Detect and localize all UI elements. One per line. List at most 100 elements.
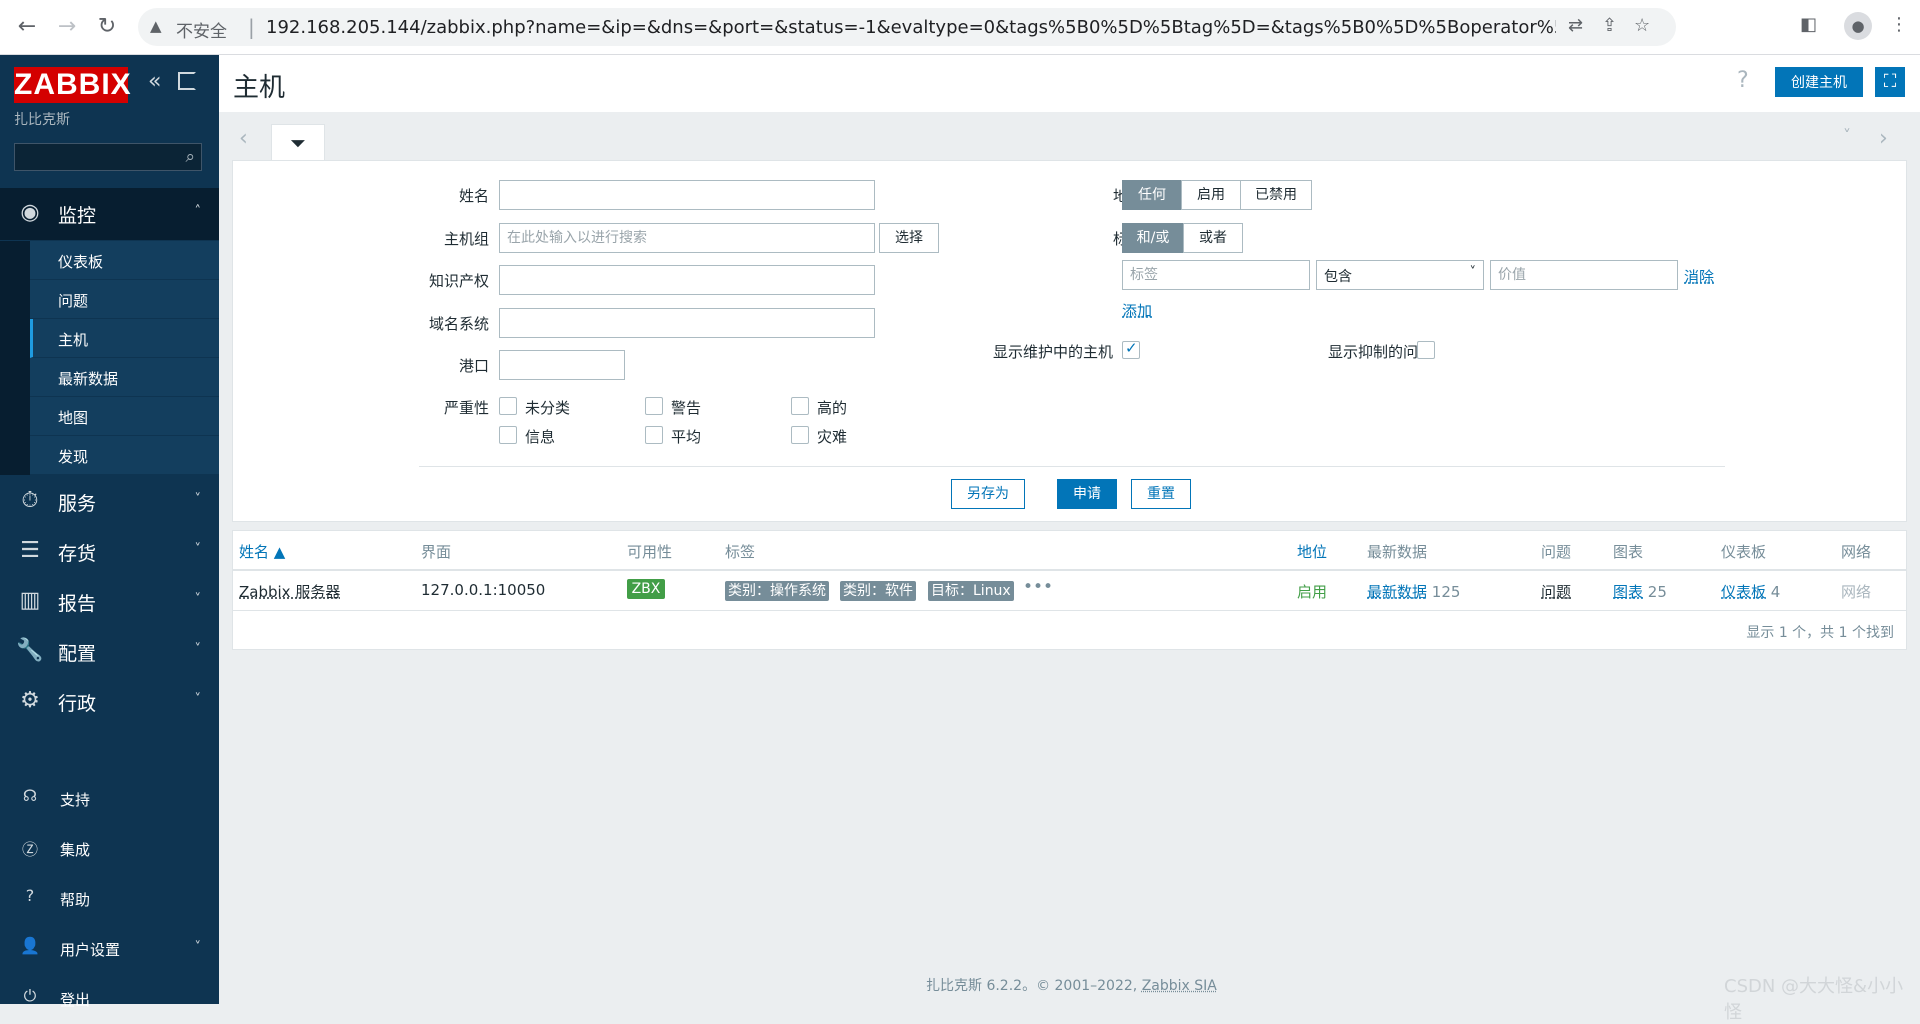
graphs-link[interactable]: 图表: [1613, 583, 1643, 601]
tab-next-icon[interactable]: ›: [1879, 126, 1888, 151]
bookmark-star-icon[interactable]: ☆: [1634, 15, 1650, 36]
menu-support[interactable]: ☊ 支持: [0, 776, 219, 820]
graphs-count: 25: [1647, 583, 1667, 601]
forward-icon[interactable]: →: [54, 14, 80, 39]
column-header-tags: 标签: [725, 543, 756, 561]
services-icon: ⏱: [21, 488, 39, 513]
hostgroup-select-button[interactable]: 选择: [879, 223, 939, 253]
severity-information-checkbox[interactable]: [499, 426, 517, 444]
filter-panel: 姓名 主机组 选择 知识产权 域名系统 港口 严重性 未分类 警告 高的 信息 …: [232, 160, 1907, 522]
show-suppressed-checkbox[interactable]: [1417, 341, 1435, 359]
hosts-table: 姓名 ▲ 界面 可用性 标签 地位 最新数据 问题 图表 仪表板 网络 Zabb…: [232, 530, 1907, 650]
host-tag[interactable]: 类别：操作系统: [725, 581, 829, 601]
hostgroup-label: 主机组: [443, 230, 489, 248]
submenu-item-dashboard[interactable]: 仪表板: [30, 241, 219, 280]
help-question-icon[interactable]: ?: [1737, 68, 1749, 93]
latest-data-link[interactable]: 最新数据: [1367, 583, 1427, 601]
kiosk-mode-icon[interactable]: [178, 72, 196, 90]
tags-or-option[interactable]: 或者: [1183, 223, 1243, 253]
tab-prev-icon[interactable]: ‹: [239, 126, 248, 151]
menu-reports[interactable]: ▥ 报告 ˅: [0, 576, 219, 626]
column-header-status[interactable]: 地位: [1297, 541, 1327, 562]
reload-icon[interactable]: ↻: [94, 14, 120, 39]
side-panel-icon[interactable]: ◧: [1800, 14, 1817, 35]
problems-link[interactable]: 问题: [1541, 581, 1571, 602]
dns-input[interactable]: [499, 308, 875, 338]
tabs-dropdown-icon[interactable]: ˅: [1843, 126, 1851, 145]
menu-monitoring[interactable]: ◉ 监控 ˄: [0, 188, 219, 240]
host-status[interactable]: 启用: [1297, 581, 1327, 602]
filter-tab-bar: ‹ ⏷ ˅ ›: [219, 116, 1920, 163]
severity-not-classified-checkbox[interactable]: [499, 397, 517, 415]
ip-input[interactable]: [499, 265, 875, 295]
column-header-interface: 界面: [421, 543, 452, 561]
ip-label: 知识产权: [428, 272, 489, 290]
status-disabled-option[interactable]: 已禁用: [1240, 180, 1312, 210]
dns-label: 域名系统: [428, 315, 489, 333]
host-tag[interactable]: 目标：Linux: [928, 581, 1014, 601]
watermark-text: CSDN @大大怪&小小怪: [1724, 976, 1904, 1023]
column-header-name[interactable]: 姓名 ▲: [239, 541, 285, 562]
share-icon[interactable]: ⇪: [1602, 15, 1617, 36]
name-input[interactable]: [499, 180, 875, 210]
dashboards-link[interactable]: 仪表板: [1721, 583, 1766, 601]
address-bar[interactable]: ▲ 不安全 | 192.168.205.144/zabbix.php?name=…: [138, 8, 1676, 46]
footer-company-link[interactable]: Zabbix SIA: [1142, 978, 1217, 994]
tag-operator-select[interactable]: 包含 ˅: [1316, 260, 1484, 290]
apply-button[interactable]: 申请: [1057, 479, 1117, 509]
name-label: 姓名: [458, 187, 489, 205]
tag-remove-link[interactable]: 消除: [1684, 266, 1714, 287]
save-as-button[interactable]: 另存为: [951, 479, 1025, 509]
more-tags-icon[interactable]: •••: [1023, 577, 1053, 597]
url-text[interactable]: 192.168.205.144/zabbix.php?name=&ip=&dns…: [266, 17, 1556, 38]
menu-user-settings[interactable]: 👤 用户设置 ˅: [0, 926, 219, 970]
severity-high-checkbox[interactable]: [791, 397, 809, 415]
submenu-item-latest-data[interactable]: 最新数据: [30, 358, 219, 397]
port-input[interactable]: [499, 350, 625, 380]
severity-warning-label: 警告: [671, 399, 702, 417]
footer-copyright: 扎比克斯 6.2.2。© 2001–2022,: [926, 978, 1142, 994]
tag-name-input[interactable]: [1122, 260, 1310, 290]
fullscreen-icon[interactable]: ⛶: [1875, 67, 1905, 97]
submenu-item-hosts[interactable]: 主机: [30, 319, 219, 358]
back-icon[interactable]: ←: [14, 14, 40, 39]
translate-icon[interactable]: ⇄: [1568, 15, 1583, 36]
status-any-option[interactable]: 任何: [1122, 180, 1182, 210]
menu-inventory[interactable]: ☰ 存货 ˅: [0, 526, 219, 576]
show-maintenance-checkbox[interactable]: [1122, 339, 1140, 359]
severity-disaster-checkbox[interactable]: [791, 426, 809, 444]
profile-avatar-icon[interactable]: ●: [1844, 12, 1872, 40]
menu-services[interactable]: ⏱ 服务 ˅: [0, 476, 219, 526]
zabbix-logo[interactable]: ZABBIX: [14, 67, 131, 103]
availability-zbx-badge[interactable]: ZBX: [627, 579, 665, 599]
dashboards-count: 4: [1770, 583, 1781, 601]
menu-help[interactable]: ? 帮助: [0, 876, 219, 920]
submenu-item-problems[interactable]: 问题: [30, 280, 219, 319]
status-enabled-option[interactable]: 启用: [1181, 180, 1241, 210]
tab-filter[interactable]: ⏷: [271, 124, 325, 163]
tag-add-link[interactable]: 添加: [1122, 300, 1152, 321]
severity-average-checkbox[interactable]: [645, 426, 663, 444]
dashboards-cell: 仪表板 4: [1721, 581, 1780, 602]
host-tag[interactable]: 类别：软件: [840, 581, 916, 601]
menu-integrations[interactable]: Ⓩ 集成: [0, 826, 219, 870]
tag-value-input[interactable]: [1490, 260, 1678, 290]
create-host-button[interactable]: 创建主机: [1775, 67, 1863, 97]
severity-warning-checkbox[interactable]: [645, 397, 663, 415]
sidebar-search-input[interactable]: ⌕: [14, 143, 202, 171]
submenu-item-discovery[interactable]: 发现: [30, 436, 219, 475]
collapse-sidebar-icon[interactable]: «: [148, 69, 161, 94]
tags-and-or-option[interactable]: 和/或: [1122, 223, 1184, 253]
host-name-link[interactable]: Zabbix 服务器: [239, 581, 340, 602]
menu-administration[interactable]: ⚙ 行政 ˅: [0, 676, 219, 726]
reset-button[interactable]: 重置: [1131, 479, 1191, 509]
browser-menu-icon[interactable]: ⋮: [1890, 14, 1908, 35]
menu-sign-out[interactable]: ⏻ 登出: [0, 976, 219, 1020]
row-divider: [233, 610, 1906, 611]
menu-configuration[interactable]: 🔧 配置 ˅: [0, 626, 219, 676]
menu-monitoring-label: 监控: [58, 205, 97, 227]
submenu-item-maps[interactable]: 地图: [30, 397, 219, 436]
search-icon[interactable]: ⌕: [185, 147, 195, 167]
menu-help-label: 帮助: [60, 891, 91, 909]
hostgroup-input[interactable]: [499, 223, 875, 253]
